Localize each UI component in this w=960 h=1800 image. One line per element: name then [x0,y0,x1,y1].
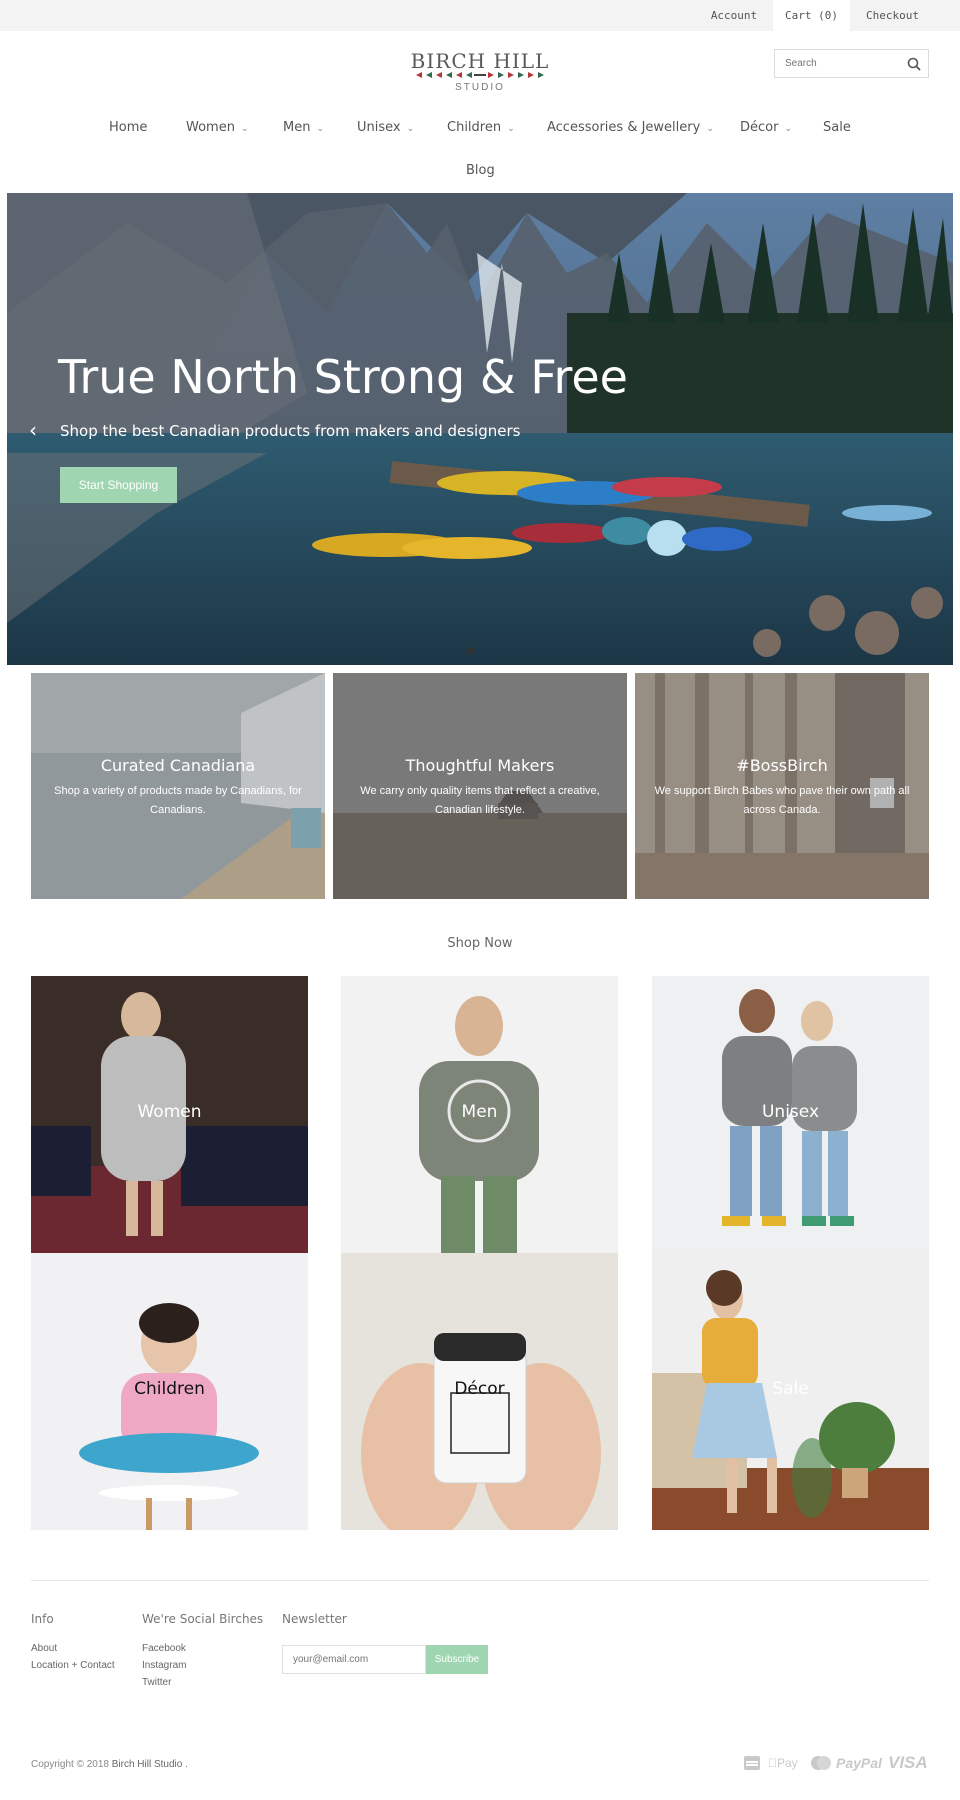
category-men[interactable]: Men [341,976,618,1253]
feature-title: Thoughtful Makers [405,756,555,775]
nav-sale-label: Sale [823,120,851,135]
feature-text: Shop a variety of products made by Canad… [54,785,302,816]
footer-link-facebook[interactable]: Facebook [142,1643,186,1654]
copyright-suffix: . [185,1759,188,1770]
category-sale[interactable]: Sale [652,1253,929,1530]
feature-tile-makers[interactable]: Thoughtful Makers We carry only quality … [333,673,627,899]
feature-tile-curated[interactable]: Curated Canadiana Shop a variety of prod… [31,673,325,899]
slide-indicator-dot[interactable] [467,647,474,654]
top-utility-bar: Account Cart (0) Checkout [0,0,960,31]
newsletter-email-field[interactable] [282,1645,426,1674]
nav-home-label: Home [109,120,148,135]
subscribe-button[interactable]: Subscribe [426,1645,488,1674]
nav-children[interactable]: Children ⌄ [447,120,515,135]
hero-subtitle: Shop the best Canadian products from mak… [60,422,521,440]
category-label: Men [461,1102,498,1122]
category-unisex[interactable]: Unisex [652,976,929,1253]
category-children[interactable]: Children [31,1253,308,1530]
chevron-down-icon: ⌄ [240,124,249,134]
nav-decor-label: Décor [740,120,779,135]
chevron-down-icon: ⌄ [507,124,515,134]
nav-unisex-label: Unisex [357,120,401,135]
chevron-down-icon: ⌄ [316,124,325,134]
category-label: Unisex [761,1102,820,1122]
hero-slideshow: ‹ True North Strong & Free Shop the best… [7,193,953,665]
checkout-link[interactable]: Checkout [855,0,930,31]
feature-title: #BossBirch [736,756,828,775]
search-box [774,49,929,78]
nav-men[interactable]: Men ⌄ [283,120,324,135]
feature-title: Curated Canadiana [100,756,256,775]
feature-text: We carry only quality items that reflect… [360,785,600,816]
footer-link-instagram[interactable]: Instagram [142,1660,186,1671]
copyright-store-link[interactable]: Birch Hill Studio [112,1759,183,1770]
nav-blog-label: Blog [466,163,495,178]
feature-text: We support Birch Babes who pave their ow… [654,785,910,816]
apple-pay-icon: Pay [768,1754,802,1772]
footer-social-heading: We're Social Birches [142,1612,264,1626]
logo-wordmark: BIRCH HILL [410,49,550,73]
chevron-down-icon: ⌄ [784,124,793,134]
cart-link[interactable]: Cart (0) [773,0,850,31]
footer-info-heading: Info [31,1612,54,1626]
logo-arrow-pattern-icon [416,72,544,78]
nav-women[interactable]: Women ⌄ [186,120,249,135]
footer-divider [31,1580,929,1581]
nav-children-label: Children [447,120,502,135]
category-label: Décor [454,1379,505,1399]
footer-newsletter-heading: Newsletter [282,1612,347,1626]
start-shopping-button[interactable]: Start Shopping [60,467,177,503]
chevron-down-icon: ⌄ [706,124,714,134]
chevron-down-icon: ⌄ [406,124,415,134]
nav-unisex[interactable]: Unisex ⌄ [357,120,414,135]
footer-link-location-contact[interactable]: Location + Contact [31,1660,115,1671]
paypal-label: PayPal [836,1755,882,1771]
account-link[interactable]: Account [700,0,768,31]
paypal-icon: PayPal [836,1754,886,1772]
category-label: Sale [772,1379,809,1399]
copyright-notice: Copyright © 2018 Birch Hill Studio . [31,1759,188,1770]
search-input[interactable] [775,50,895,77]
feature-tile-bossbirch[interactable]: #BossBirch We support Birch Babes who pa… [635,673,929,899]
nav-blog[interactable]: Blog [466,163,495,178]
shop-now-heading: Shop Now [447,936,513,951]
category-label: Women [137,1102,202,1122]
nav-women-label: Women [186,120,235,135]
store-logo[interactable]: BIRCH HILL STUDIO [400,50,560,96]
footer-link-twitter[interactable]: Twitter [142,1677,171,1688]
amex-icon [744,1756,760,1770]
search-icon[interactable] [906,56,922,72]
nav-decor[interactable]: Décor ⌄ [740,120,792,135]
visa-label: VISA [888,1753,928,1772]
nav-men-label: Men [283,120,311,135]
hero-title: True North Strong & Free [58,350,628,404]
mastercard-icon [811,1756,831,1770]
nav-sale[interactable]: Sale [823,120,851,135]
category-label: Children [134,1379,205,1399]
copyright-text: Copyright © 2018 [31,1759,109,1770]
nav-accessories-label: Accessories & Jewellery [547,120,701,135]
slide-prev-icon[interactable]: ‹ [29,418,37,442]
footer-link-about[interactable]: About [31,1643,57,1654]
category-decor[interactable]: Décor [341,1253,618,1530]
nav-accessories[interactable]: Accessories & Jewellery ⌄ [547,120,714,135]
nav-home[interactable]: Home [109,120,147,135]
category-women[interactable]: Women [31,976,308,1253]
visa-icon: VISA [888,1754,930,1772]
apple-pay-label: Pay [768,1756,798,1770]
logo-subtitle: STUDIO [455,82,505,93]
